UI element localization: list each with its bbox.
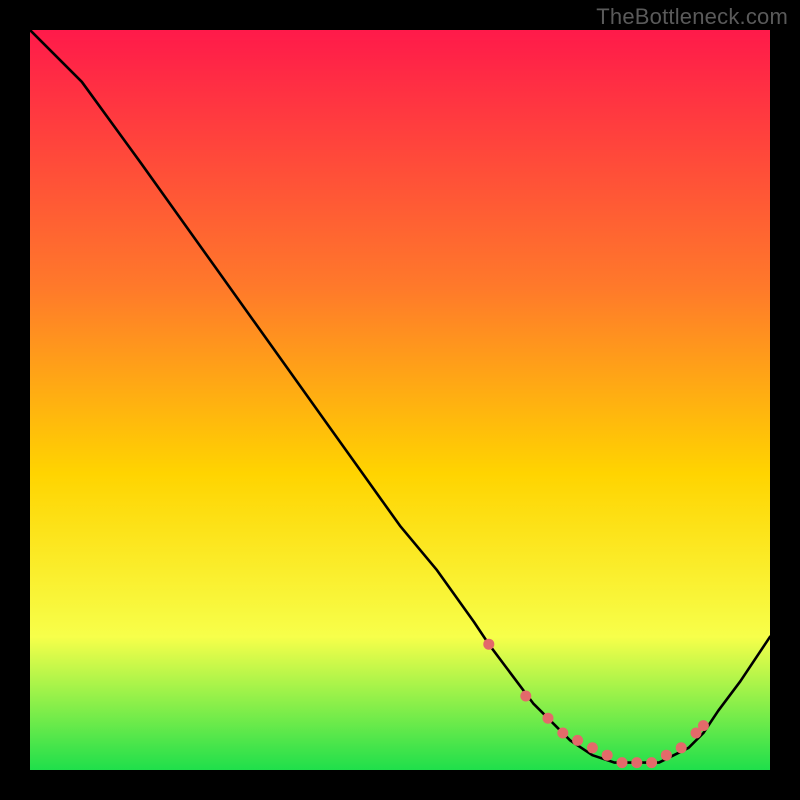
marker-dot	[646, 757, 657, 768]
marker-dot	[631, 757, 642, 768]
marker-dot	[661, 750, 672, 761]
marker-dot	[483, 639, 494, 650]
watermark-text: TheBottleneck.com	[596, 4, 788, 30]
chart-frame: TheBottleneck.com	[0, 0, 800, 800]
marker-dot	[520, 691, 531, 702]
marker-dot	[617, 757, 628, 768]
gradient-bg	[30, 30, 770, 770]
plot-area	[30, 30, 770, 770]
marker-dot	[543, 713, 554, 724]
marker-dot	[557, 728, 568, 739]
chart-svg	[30, 30, 770, 770]
marker-dot	[698, 720, 709, 731]
marker-dot	[587, 742, 598, 753]
marker-dot	[572, 735, 583, 746]
marker-dot	[676, 742, 687, 753]
marker-dot	[602, 750, 613, 761]
